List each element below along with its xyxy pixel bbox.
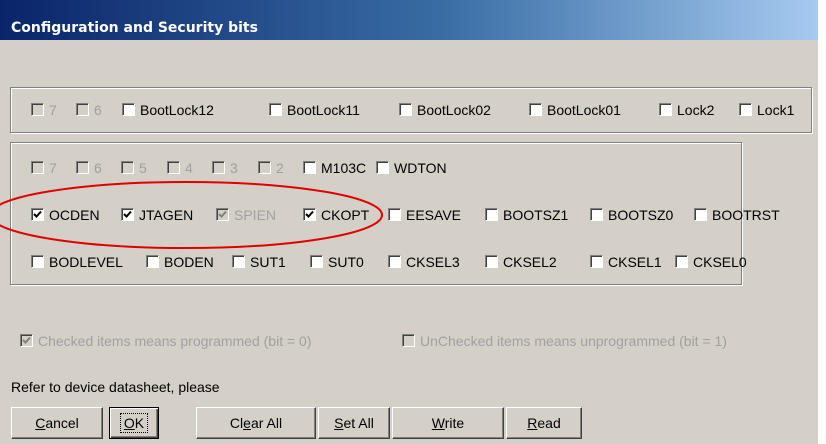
unchecked-legend-checkbox bbox=[402, 334, 415, 347]
ok-button[interactable]: OK bbox=[109, 407, 159, 439]
unchecked-legend-label: UnChecked items means unprogrammed (bit … bbox=[420, 333, 727, 349]
checkbox-box[interactable] bbox=[122, 103, 135, 116]
fuse-bits-group: 7 6 5 4 3 2 M103C WDTON OCDEN JTAGEN SPIEN CKOPT EE… bbox=[10, 142, 780, 285]
config-security-dialog: Configuration and Security bits 7 6 BootLo… bbox=[0, 0, 818, 444]
checkbox-label: M103C bbox=[321, 160, 367, 176]
refer-datasheet-text: Refer to device datasheet, please bbox=[11, 379, 220, 395]
checkbox-box[interactable] bbox=[121, 208, 134, 221]
checkbox-label: BootLock12 bbox=[140, 102, 214, 118]
checkbox-box[interactable] bbox=[739, 103, 752, 116]
checkbox-box bbox=[31, 161, 44, 174]
checkbox-box bbox=[31, 103, 44, 116]
checkbox-label: 6 bbox=[94, 102, 102, 118]
cancel-label-post: ancel bbox=[45, 415, 79, 431]
checkbox-label: 5 bbox=[139, 160, 147, 176]
checkbox-box[interactable] bbox=[388, 208, 401, 221]
clear-all-label-pre: Cl bbox=[229, 415, 244, 431]
checkbox-label: BOOTSZ1 bbox=[503, 207, 569, 223]
window-title: Configuration and Security bits bbox=[11, 20, 258, 36]
write-button[interactable]: Write bbox=[392, 407, 504, 439]
checkbox-label: SPIEN bbox=[234, 207, 277, 223]
checkbox-box[interactable] bbox=[529, 103, 542, 116]
ok-label-key: O bbox=[123, 415, 135, 431]
title-bar: Configuration and Security bits bbox=[0, 0, 818, 40]
checkbox-label: BootLock11 bbox=[287, 102, 360, 118]
checkbox-box bbox=[212, 161, 225, 174]
checkbox-label: BootLock01 bbox=[547, 102, 621, 118]
checkbox-box[interactable] bbox=[376, 161, 389, 174]
checkbox-box[interactable] bbox=[485, 208, 498, 221]
checkbox-label: SUT0 bbox=[328, 254, 364, 270]
checkbox-box[interactable] bbox=[31, 255, 44, 268]
ok-label-post: K bbox=[134, 415, 145, 431]
checkbox-box[interactable] bbox=[399, 103, 412, 116]
checkbox-box[interactable] bbox=[232, 255, 245, 268]
checkbox-label: 2 bbox=[276, 160, 284, 176]
checkbox-label: CKOPT bbox=[321, 207, 370, 223]
write-label-key: W bbox=[431, 415, 445, 431]
checkbox-box bbox=[121, 161, 134, 174]
checkbox-label: BODEN bbox=[164, 254, 214, 270]
set-all-button[interactable]: Set All bbox=[318, 407, 390, 439]
checkbox-box[interactable] bbox=[675, 255, 688, 268]
read-button[interactable]: Read bbox=[506, 407, 582, 439]
set-all-label-post: et All bbox=[343, 415, 374, 431]
checkbox-box[interactable] bbox=[310, 255, 323, 268]
checkbox-box[interactable] bbox=[303, 161, 316, 174]
clear-all-button[interactable]: Clear All bbox=[196, 407, 316, 439]
checkbox-label: Lock2 bbox=[677, 102, 715, 118]
checkbox-box bbox=[76, 161, 89, 174]
clear-all-label-key: e bbox=[243, 415, 251, 431]
checkbox-label: BOOTSZ0 bbox=[608, 207, 674, 223]
checkbox-box[interactable] bbox=[31, 208, 44, 221]
checkbox-box[interactable] bbox=[694, 208, 707, 221]
checkbox-label: BODLEVEL bbox=[49, 254, 123, 270]
lock-bits-group: 7 6 BootLock12 BootLock11 BootLock02 BootLock… bbox=[10, 87, 812, 133]
cancel-button[interactable]: Cancel bbox=[11, 407, 103, 439]
checkbox-label: CKSEL1 bbox=[608, 254, 662, 270]
write-label-post: rite bbox=[444, 415, 465, 431]
ok-focus-rect: OK bbox=[119, 413, 149, 433]
checkbox-label: Lock1 bbox=[757, 102, 795, 118]
checkbox-label: 3 bbox=[230, 160, 238, 176]
fuse-row-1: 7 6 5 4 3 2 M103C WDTON bbox=[21, 158, 741, 180]
checkbox-label: 4 bbox=[185, 160, 193, 176]
checked-legend-label: Checked items means programmed (bit = 0) bbox=[38, 333, 312, 349]
checkbox-box[interactable] bbox=[659, 103, 672, 116]
read-label-key: R bbox=[527, 415, 538, 431]
checkbox-label: CKSEL2 bbox=[503, 254, 557, 270]
checkbox-label: SUT1 bbox=[250, 254, 286, 270]
checkbox-box[interactable] bbox=[146, 255, 159, 268]
lock-bits-row: 7 6 BootLock12 BootLock11 BootLock02 BootLock… bbox=[21, 100, 811, 122]
checkbox-box[interactable] bbox=[303, 208, 316, 221]
checkbox-box bbox=[76, 103, 89, 116]
fuse-row-2: OCDEN JTAGEN SPIEN CKOPT EESAVE BOOTSZ1 BOOTSZ… bbox=[21, 205, 780, 227]
checkbox-box bbox=[216, 208, 229, 221]
checkbox-box[interactable] bbox=[590, 255, 603, 268]
checkbox-box[interactable] bbox=[269, 103, 282, 116]
checkbox-label: CKSEL0 bbox=[693, 254, 747, 270]
checkbox-box bbox=[258, 161, 271, 174]
checkbox-box[interactable] bbox=[388, 255, 401, 268]
checkbox-label: CKSEL3 bbox=[406, 254, 460, 270]
checkbox-label: EESAVE bbox=[406, 207, 461, 223]
checkbox-label: BOOTRST bbox=[712, 207, 780, 223]
cancel-label-key: C bbox=[35, 415, 46, 431]
checkbox-label: 7 bbox=[49, 102, 57, 118]
checkbox-label: 7 bbox=[49, 160, 57, 176]
checkbox-label: WDTON bbox=[394, 160, 447, 176]
checkbox-label: OCDEN bbox=[49, 207, 100, 223]
checkbox-label: BootLock02 bbox=[417, 102, 491, 118]
checkbox-label: JTAGEN bbox=[139, 207, 194, 223]
checked-legend-checkbox bbox=[20, 334, 33, 347]
checkbox-label: 6 bbox=[94, 160, 102, 176]
checkbox-box bbox=[167, 161, 180, 174]
clear-all-label-post: ar All bbox=[250, 415, 283, 431]
fuse-row-3: BODLEVEL BODEN SUT1 SUT0 CKSEL3 CKSEL2 CKSEL1 C… bbox=[21, 252, 747, 274]
checkbox-box[interactable] bbox=[590, 208, 603, 221]
read-label-post: ead bbox=[537, 415, 561, 431]
checkbox-box[interactable] bbox=[485, 255, 498, 268]
